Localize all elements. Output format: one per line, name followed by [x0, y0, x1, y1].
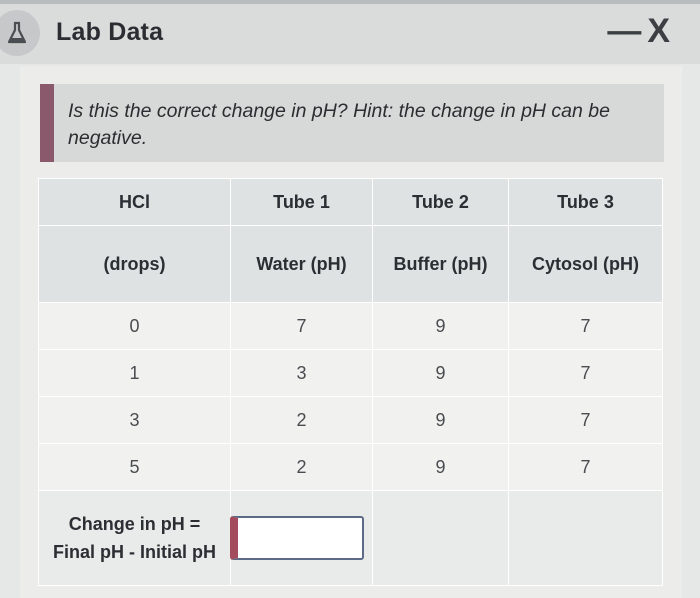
empty-cell: [372, 490, 509, 586]
header-cell: Tube 1: [230, 178, 373, 226]
window-title: Lab Data: [56, 18, 164, 46]
title-bar: Lab Data — X: [0, 4, 700, 64]
flask-icon: [0, 10, 40, 56]
table-cell: 9: [372, 302, 509, 350]
header-row: (drops) Water (pH) Buffer (pH) Cytosol (…: [38, 225, 663, 303]
table-cell: 5: [38, 443, 231, 491]
table-row: 5 2 9 7: [38, 443, 663, 491]
table-cell: 0: [38, 302, 231, 350]
table-cell: 9: [372, 396, 509, 444]
header-cell: Tube 3: [508, 178, 663, 226]
header-cell: (drops): [38, 225, 231, 303]
window-controls: — X: [607, 14, 670, 48]
lab-data-window: Lab Data — X Is this the correct change …: [0, 4, 700, 598]
header-cell: Water (pH): [230, 225, 373, 303]
header-cell: Buffer (pH): [372, 225, 509, 303]
table-cell: 1: [38, 349, 231, 397]
table-cell: 3: [230, 349, 373, 397]
table-cell: 7: [508, 349, 663, 397]
header-cell: Cytosol (pH): [508, 225, 663, 303]
table-cell: 9: [372, 349, 509, 397]
close-button[interactable]: X: [647, 14, 670, 48]
table-cell: 3: [38, 396, 231, 444]
hint-text: Is this the correct change in pH? Hint: …: [68, 100, 610, 149]
lab-data-table: HCl Tube 1 Tube 2 Tube 3 (drops) Water (…: [38, 178, 663, 586]
table-row: 1 3 9 7: [38, 349, 663, 397]
table-cell: 9: [372, 443, 509, 491]
change-in-ph-input[interactable]: [230, 516, 364, 560]
empty-cell: [508, 490, 663, 586]
table-cell: 7: [508, 443, 663, 491]
change-row: Change in pH = Final pH - Initial pH: [38, 490, 663, 586]
header-cell: HCl: [38, 178, 231, 226]
header-row: HCl Tube 1 Tube 2 Tube 3: [38, 178, 663, 226]
minimize-button[interactable]: —: [607, 14, 641, 48]
table-row: 3 2 9 7: [38, 396, 663, 444]
header-cell: Tube 2: [372, 178, 509, 226]
content-panel: Is this the correct change in pH? Hint: …: [20, 66, 682, 598]
change-in-ph-label: Change in pH = Final pH - Initial pH: [53, 514, 216, 562]
table-cell: 7: [508, 396, 663, 444]
change-label-cell: Change in pH = Final pH - Initial pH: [38, 490, 231, 586]
answer-cell: [230, 490, 373, 586]
table-cell: 2: [230, 443, 373, 491]
table-cell: 7: [230, 302, 373, 350]
table-row: 0 7 9 7: [38, 302, 663, 350]
table-cell: 7: [508, 302, 663, 350]
hint-box: Is this the correct change in pH? Hint: …: [40, 84, 664, 162]
table-cell: 2: [230, 396, 373, 444]
